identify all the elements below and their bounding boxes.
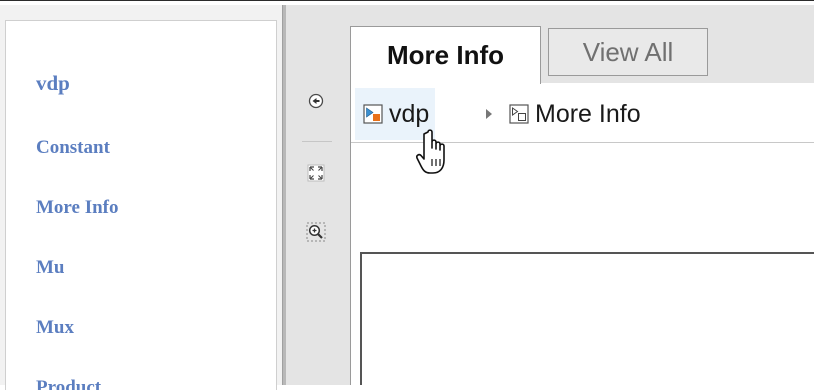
breadcrumb-label: vdp [389,99,430,128]
tab-more-info[interactable]: More Info [350,26,541,84]
model-canvas[interactable] [360,252,814,385]
breadcrumb-item-more-info[interactable]: More Info [509,100,641,128]
toolbar-separator [302,141,332,142]
subsystem-icon [509,104,529,124]
tab-label: More Info [387,40,504,70]
breadcrumb: vdp More Info [351,85,814,143]
breadcrumb-item-vdp[interactable]: vdp [355,88,436,140]
fit-to-view-icon [307,164,325,182]
left-panel: vdp Constant More Info Mu Mux Product [0,5,282,390]
back-button[interactable] [304,89,328,113]
zoom-button[interactable] [304,220,328,244]
nav-list: vdp Constant More Info Mu Mux Product [5,20,277,390]
nav-item-constant[interactable]: Constant [36,137,110,159]
fit-to-view-button[interactable] [304,161,328,185]
nav-item-mux[interactable]: Mux [36,317,74,339]
nav-item-mu[interactable]: Mu [36,257,65,279]
model-icon [363,104,383,124]
zoom-icon [306,222,326,242]
nav-item-more-info[interactable]: More Info [36,197,119,219]
breadcrumb-label: More Info [535,99,641,128]
back-icon [308,93,324,109]
chevron-right-icon [486,109,492,119]
tab-label: View All [582,36,674,67]
nav-title-link[interactable]: vdp [36,71,70,96]
tab-view-all[interactable]: View All [548,28,708,76]
nav-item-product[interactable]: Product [36,377,101,390]
